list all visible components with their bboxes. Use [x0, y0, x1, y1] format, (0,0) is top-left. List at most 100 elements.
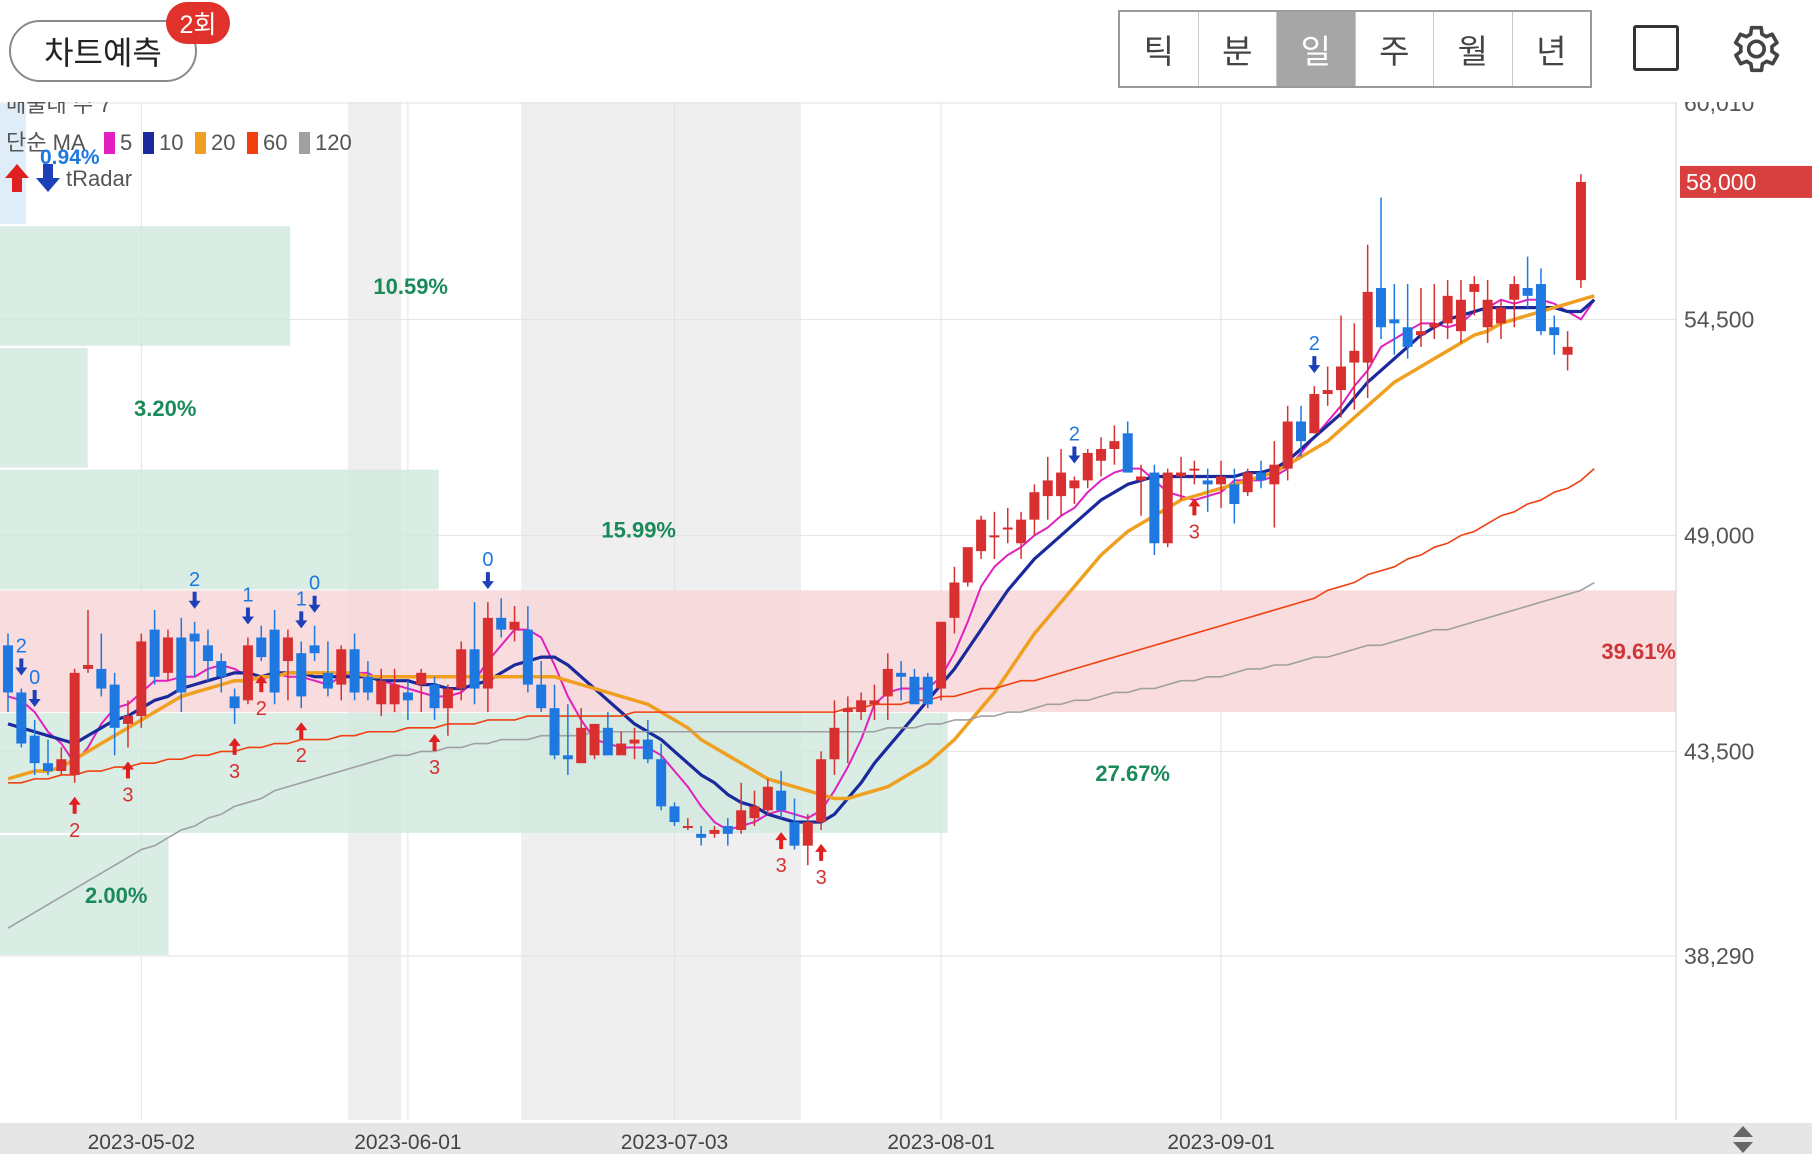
candle-body-83 [1109, 441, 1120, 449]
signal-label-3: 3 [122, 784, 133, 806]
x-tick-label-4: 2023-09-01 [1167, 1131, 1274, 1154]
candle-body-100 [1336, 366, 1346, 391]
candle-body-74 [989, 535, 1000, 538]
candle-body-99 [1322, 390, 1333, 395]
candle-body-70 [936, 621, 947, 689]
candle-body-25 [336, 649, 347, 685]
tab-period-5[interactable]: 년 [1513, 12, 1591, 86]
y-tick-label-3: 43,500 [1684, 738, 1754, 764]
square-icon[interactable] [1633, 25, 1679, 71]
candle-body-101 [1349, 350, 1360, 363]
candle-body-84 [1122, 433, 1133, 473]
candle-body-106 [1415, 331, 1426, 336]
volume-zone-label-3: 15.99% [601, 518, 676, 543]
signal-label-6: 1 [242, 584, 253, 606]
candle-body-6 [82, 664, 93, 669]
candle-body-109 [1455, 299, 1466, 332]
candle-body-19 [256, 637, 267, 658]
tab-period-0[interactable]: 틱 [1120, 12, 1199, 86]
candle-body-115 [1535, 284, 1546, 332]
period-tabs: 틱분일주월년 [1118, 10, 1592, 88]
candle-body-37 [496, 617, 507, 630]
candle-body-87 [1162, 472, 1173, 544]
candle-body-33 [442, 688, 453, 709]
volume-zone-label-2: 39.61% [1601, 639, 1676, 664]
candle-body-47 [629, 739, 640, 744]
candle-body-79 [1056, 472, 1067, 497]
legend-ma-label-5: 5 [120, 130, 132, 155]
legend-radar-label: tRadar [66, 166, 132, 191]
candle-body-1 [16, 692, 27, 744]
candle-body-89 [1189, 468, 1200, 471]
tab-period-2[interactable]: 일 [1277, 12, 1356, 86]
candle-body-77 [1029, 492, 1040, 520]
legend-ma-label-120: 120 [315, 130, 352, 155]
candle-body-40 [536, 684, 547, 709]
signal-label-15: 2 [1069, 423, 1080, 445]
candle-body-93 [1242, 472, 1253, 493]
candle-body-78 [1042, 480, 1053, 497]
candle-body-108 [1442, 295, 1453, 324]
price-chart[interactable]: 2023231212030332322.00%27.67%39.61%15.99… [0, 102, 1812, 1154]
candle-body-75 [1002, 527, 1013, 530]
gear-icon[interactable] [1725, 20, 1783, 78]
x-tick-label-2: 2023-07-03 [621, 1131, 728, 1154]
x-tick-label-1: 2023-06-01 [354, 1131, 461, 1154]
legend-ma-swatch-10 [143, 132, 154, 154]
candle-body-7 [96, 668, 107, 689]
y-tick-label-2: 49,000 [1684, 522, 1754, 548]
signal-label-8: 1 [296, 588, 307, 610]
candle-body-5 [69, 672, 80, 775]
candle-body-76 [1016, 519, 1027, 544]
candle-body-97 [1296, 421, 1307, 442]
candle-body-28 [376, 680, 387, 705]
volume-zone-label-6: 0.94% [40, 146, 100, 169]
candle-body-61 [816, 759, 827, 823]
y-tick-label-1: 54,500 [1684, 306, 1754, 332]
candle-body-44 [589, 723, 600, 756]
candle-body-72 [962, 547, 973, 583]
candle-body-92 [1229, 484, 1240, 504]
candle-body-43 [576, 727, 587, 764]
candle-body-71 [949, 582, 960, 618]
candle-body-8 [109, 684, 120, 728]
legend-volume-profile: 매물대 수 7 [6, 102, 111, 117]
tab-period-4[interactable]: 월 [1434, 12, 1513, 86]
signal-label-17: 2 [1309, 333, 1320, 355]
x-tick-label-3: 2023-08-01 [887, 1131, 994, 1154]
candle-body-24 [322, 672, 333, 689]
candle-body-16 [216, 661, 227, 677]
candle-body-51 [682, 826, 693, 829]
candle-body-41 [549, 708, 560, 756]
volume-zone-label-4: 3.20% [134, 396, 196, 421]
candle-body-46 [616, 743, 627, 756]
x-tick-label-0: 2023-05-02 [88, 1131, 195, 1154]
candle-body-85 [1136, 476, 1147, 481]
candle-body-65 [869, 700, 880, 705]
candle-body-118 [1575, 181, 1586, 281]
tab-period-1[interactable]: 분 [1199, 12, 1277, 86]
candle-body-29 [389, 684, 400, 705]
legend-ma-swatch-120 [299, 132, 310, 154]
candle-body-64 [856, 700, 867, 713]
volume-zone-5 [0, 226, 291, 346]
last-price-label: 58,000 [1686, 169, 1756, 195]
candle-body-80 [1069, 480, 1080, 489]
candle-body-12 [162, 637, 173, 673]
candle-body-26 [349, 649, 360, 693]
tab-period-3[interactable]: 주 [1356, 12, 1434, 86]
y-tick-label-4: 38,290 [1684, 943, 1754, 969]
candle-body-104 [1389, 319, 1400, 324]
candle-body-35 [469, 649, 480, 689]
candle-body-103 [1375, 287, 1386, 328]
candle-body-98 [1309, 394, 1320, 434]
legend-ma-swatch-5 [104, 132, 115, 154]
candle-body-102 [1362, 291, 1373, 363]
signal-label-10: 0 [309, 573, 320, 595]
volume-zone-4 [0, 347, 88, 468]
candle-body-91 [1216, 476, 1227, 485]
candle-body-22 [296, 653, 307, 697]
candle-body-45 [602, 727, 613, 756]
candle-body-17 [229, 696, 240, 709]
candle-body-39 [522, 629, 533, 685]
